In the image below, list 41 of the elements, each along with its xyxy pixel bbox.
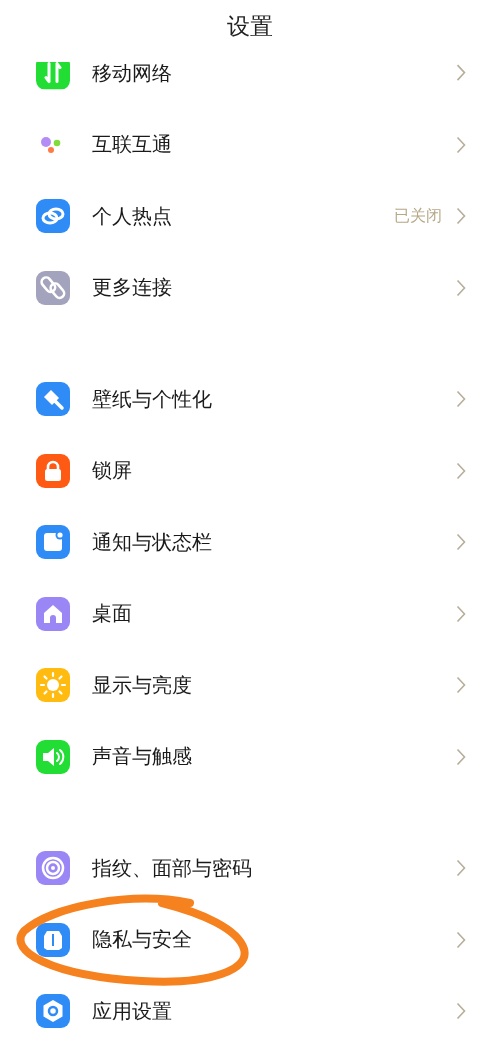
settings-item[interactable]: 个人热点 已关闭 <box>0 180 500 252</box>
item-label: 通知与状态栏 <box>92 528 213 556</box>
settings-item[interactable]: 应用设置 <box>0 975 500 1042</box>
chevron-icon <box>456 1002 466 1020</box>
settings-item[interactable]: 声音与触感 <box>0 720 500 793</box>
chevron-icon <box>456 747 466 766</box>
item-label: 应用设置 <box>92 997 173 1025</box>
settings-item[interactable]: 壁纸与个性化 <box>0 363 500 435</box>
page-title: 设置 <box>227 12 273 41</box>
settings-item[interactable]: 移动网络 <box>0 62 500 109</box>
settings-item[interactable]: 通知与状态栏 <box>0 506 500 578</box>
item-label: 锁屏 <box>92 457 133 484</box>
item-label: 更多连接 <box>92 274 173 301</box>
chevron-icon <box>456 533 466 551</box>
settings-item[interactable]: 锁屏 <box>0 434 500 507</box>
settings-item[interactable]: 隐私与安全 <box>0 903 500 976</box>
item-label: 隐私与安全 <box>92 926 193 953</box>
chevron-icon <box>456 135 466 154</box>
chevron-icon <box>456 676 466 694</box>
item-label: 个人热点 <box>92 202 173 230</box>
chevron-icon <box>456 930 466 949</box>
item-label: 移动网络 <box>92 62 173 87</box>
chevron-icon <box>456 207 466 225</box>
item-label: 桌面 <box>92 600 133 627</box>
chevron-icon <box>456 278 466 297</box>
settings-item[interactable]: 更多连接 <box>0 251 500 324</box>
settings-item[interactable]: 互联互通 <box>0 108 500 181</box>
item-label: 壁纸与个性化 <box>92 385 213 413</box>
item-label: 指纹、面部与密码 <box>92 854 253 882</box>
chevron-icon <box>456 604 466 623</box>
chevron-icon <box>456 63 466 82</box>
chevron-icon <box>456 461 466 480</box>
chevron-icon <box>456 859 466 877</box>
chevron-icon <box>456 390 466 408</box>
item-label: 声音与触感 <box>92 743 193 770</box>
item-label: 显示与亮度 <box>92 671 193 699</box>
status-text: 已关闭 <box>394 205 442 227</box>
item-label: 互联互通 <box>92 131 173 158</box>
settings-item[interactable]: 显示与亮度 <box>0 649 500 721</box>
settings-item[interactable]: 桌面 <box>0 577 500 650</box>
settings-item[interactable]: 指纹、面部与密码 <box>0 832 500 904</box>
